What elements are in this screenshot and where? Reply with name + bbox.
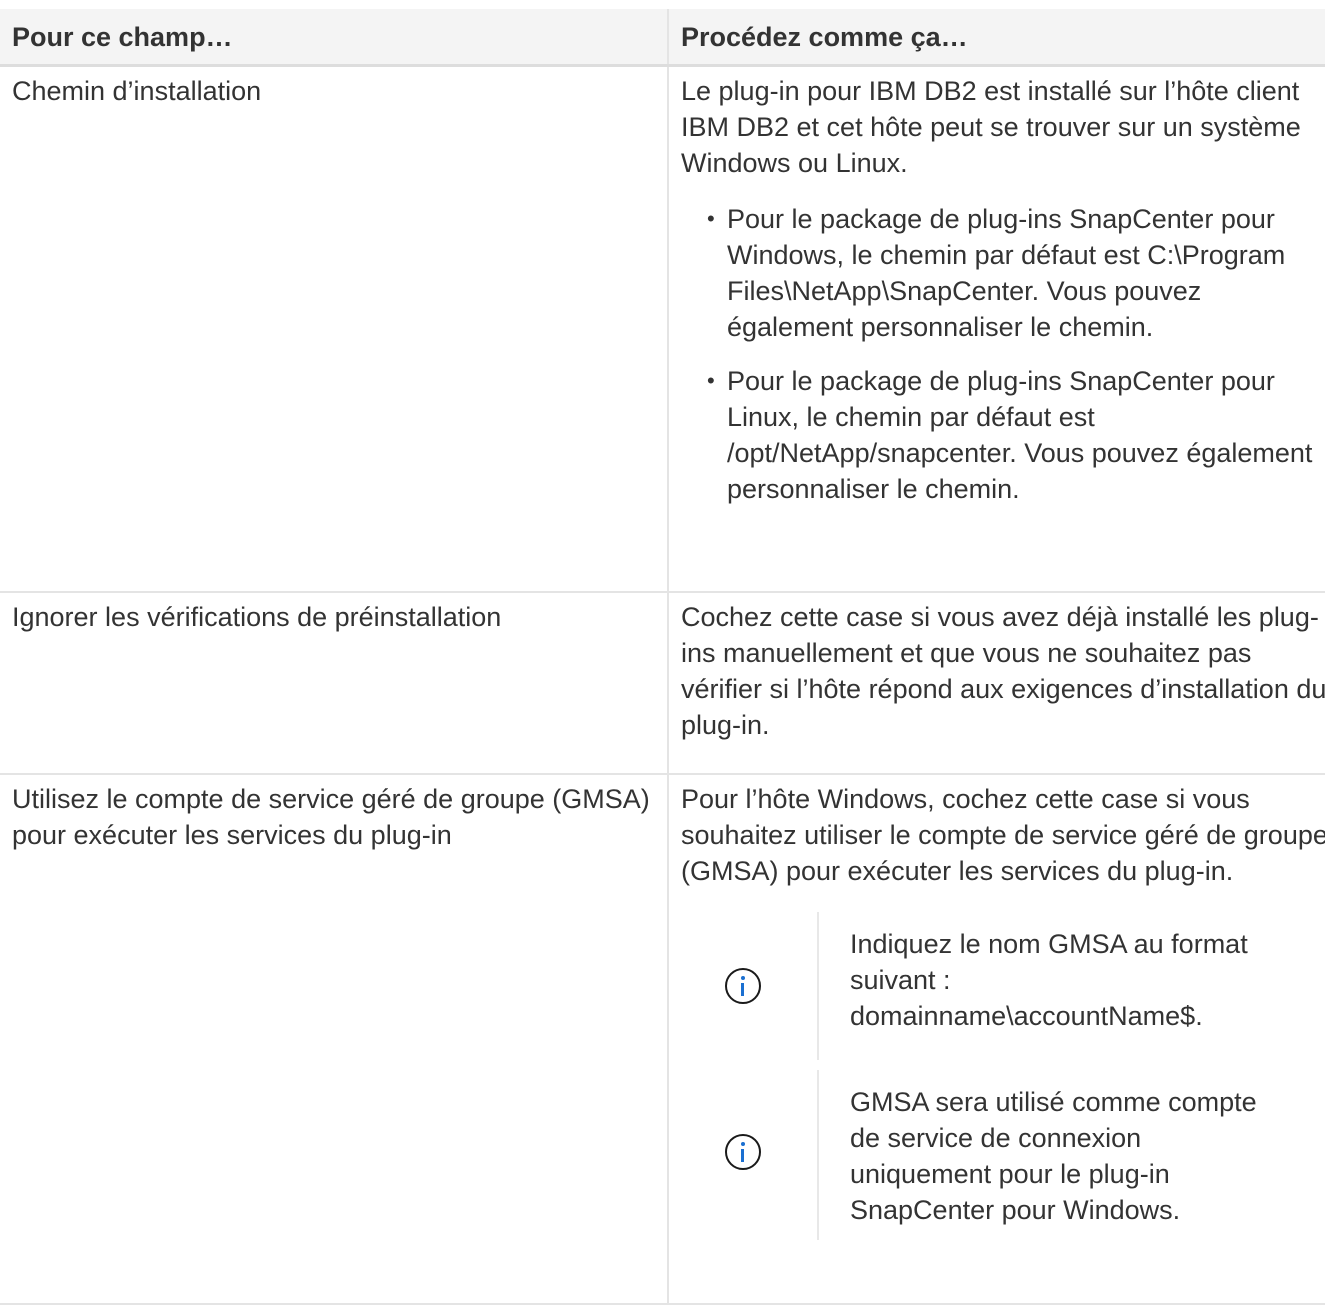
note-admonition: GMSA sera utilisé comme compte de servic… bbox=[703, 1070, 1325, 1240]
row-description: Cochez cette case si vous avez déjà inst… bbox=[681, 602, 1325, 740]
options-table-container: Pour ce champ… Procédez comme ça… Chemin… bbox=[0, 9, 1325, 1305]
note-admonition: Indiquez le nom GMSA au format suivant :… bbox=[703, 912, 1325, 1060]
info-icon bbox=[725, 968, 761, 1004]
action-cell: Pour l’hôte Windows, cochez cette case s… bbox=[668, 774, 1325, 1305]
column-header-field: Pour ce champ… bbox=[0, 9, 668, 67]
field-name-cell: Ignorer les vérifications de préinstalla… bbox=[0, 592, 669, 775]
action-cell: Le plug-in pour IBM DB2 est installé sur… bbox=[668, 65, 1325, 593]
list-item: Pour le package de plug-ins SnapCenter p… bbox=[707, 201, 1325, 345]
table-header-row: Pour ce champ… Procédez comme ça… bbox=[0, 9, 1325, 67]
action-cell: Cochez cette case si vous avez déjà inst… bbox=[668, 592, 1325, 775]
info-icon bbox=[725, 1134, 761, 1170]
table-row: Ignorer les vérifications de préinstalla… bbox=[0, 592, 1325, 775]
field-name-cell: Chemin d’installation bbox=[0, 65, 669, 593]
field-name-cell: Utilisez le compte de service géré de gr… bbox=[0, 774, 669, 1305]
table-row: Chemin d’installation Le plug-in pour IB… bbox=[0, 65, 1325, 593]
bullet-list: Pour le package de plug-ins SnapCenter p… bbox=[681, 201, 1325, 507]
note-text: GMSA sera utilisé comme compte de servic… bbox=[850, 1087, 1257, 1225]
table-row: Utilisez le compte de service géré de gr… bbox=[0, 774, 1325, 1305]
row-description: Le plug-in pour IBM DB2 est installé sur… bbox=[681, 75, 1301, 178]
note-text: Indiquez le nom GMSA au format suivant :… bbox=[850, 929, 1248, 1031]
column-header-action: Procédez comme ça… bbox=[667, 9, 1325, 67]
options-table: Pour ce champ… Procédez comme ça… Chemin… bbox=[0, 9, 1325, 1305]
list-item: Pour le package de plug-ins SnapCenter p… bbox=[707, 363, 1325, 507]
row-description: Pour l’hôte Windows, cochez cette case s… bbox=[681, 784, 1325, 886]
